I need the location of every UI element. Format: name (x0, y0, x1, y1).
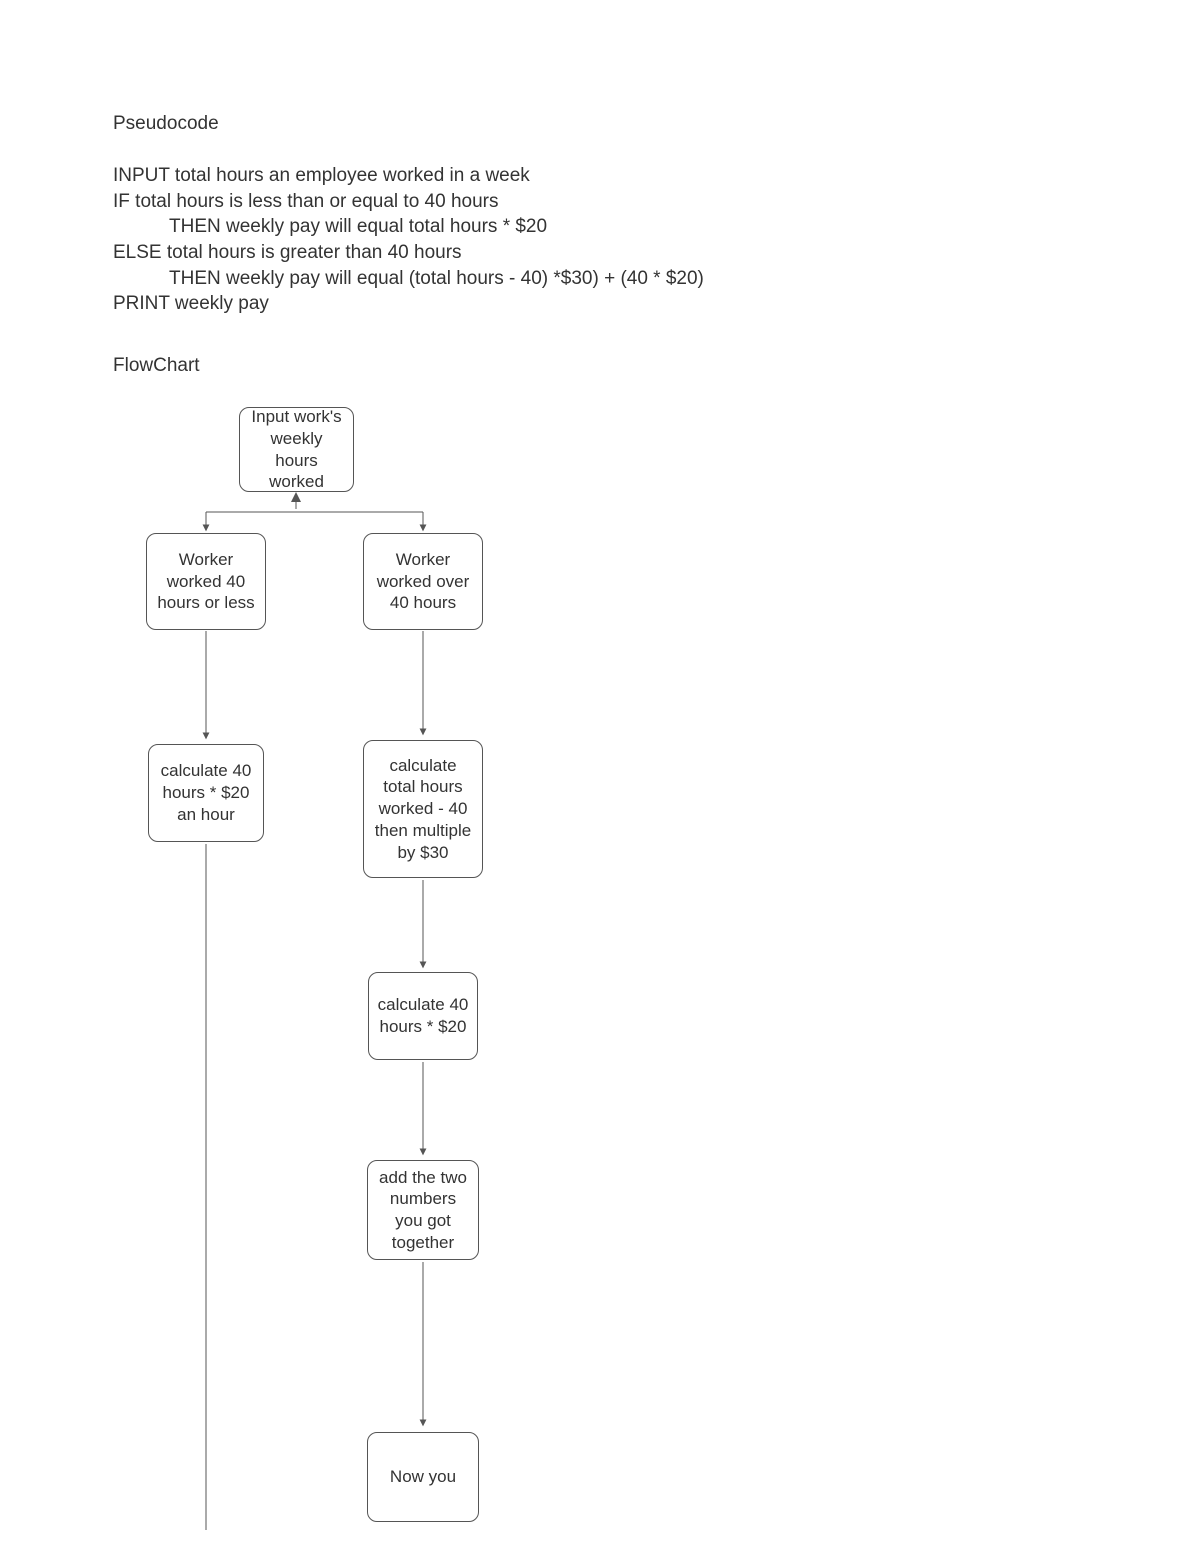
flow-box-right3-text: calculate 40 hours * $20 (377, 994, 469, 1038)
flow-box-right1: Worker worked over 40 hours (363, 533, 483, 630)
flow-box-right4: add the two numbers you got together (367, 1160, 479, 1260)
flow-box-input-text: Input work's weekly hours worked (248, 406, 345, 493)
flowchart-diagram: Input work's weekly hours worked Worker … (0, 0, 1200, 1553)
flow-box-left2-text: calculate 40 hours * $20 an hour (157, 760, 255, 825)
flow-box-right1-text: Worker worked over 40 hours (372, 549, 474, 614)
flow-box-right2-text: calculate total hours worked - 40 then m… (372, 755, 474, 864)
flow-box-left1: Worker worked 40 hours or less (146, 533, 266, 630)
flow-box-left2: calculate 40 hours * $20 an hour (148, 744, 264, 842)
flow-box-input: Input work's weekly hours worked (239, 407, 354, 492)
flow-box-bottom: Now you (367, 1432, 479, 1522)
flow-box-right4-text: add the two numbers you got together (376, 1167, 470, 1254)
flow-box-right2: calculate total hours worked - 40 then m… (363, 740, 483, 878)
flow-box-right3: calculate 40 hours * $20 (368, 972, 478, 1060)
flow-box-left1-text: Worker worked 40 hours or less (155, 549, 257, 614)
flow-box-bottom-text: Now you (390, 1466, 456, 1488)
